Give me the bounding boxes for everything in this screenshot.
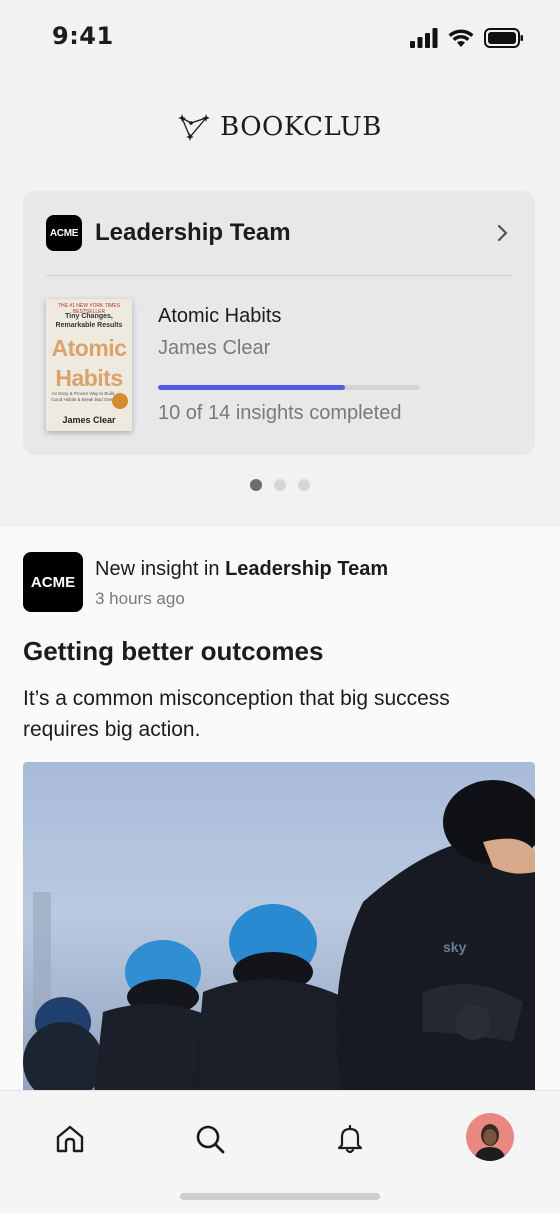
cyclists-illustration: sky [23, 780, 535, 1090]
carousel-dot[interactable] [274, 479, 286, 491]
cover-title: Atomic Habits [51, 335, 127, 391]
post-club-logo[interactable]: ACME [23, 552, 83, 612]
tab-bar [0, 1090, 560, 1213]
battery-icon [484, 28, 523, 48]
carousel-dot[interactable] [250, 479, 262, 491]
home-indicator [180, 1193, 380, 1200]
cover-author: James Clear [62, 415, 116, 425]
status-icons [410, 28, 524, 48]
app-logo: BOOKCLUB [0, 112, 560, 142]
tab-search[interactable] [190, 1119, 230, 1159]
post-club-logo-text: ACME [30, 573, 76, 591]
club-card[interactable]: ACME Leadership Team THE #1 NEW YORK TIM… [23, 191, 535, 455]
book-title: Atomic Habits [158, 305, 282, 327]
bell-icon [337, 1124, 363, 1154]
post-title[interactable]: Getting better outcomes [23, 636, 323, 667]
post-body: It’s a common misconception that big suc… [23, 687, 450, 741]
home-icon [56, 1125, 84, 1153]
feed: ACME New insight in Leadership Team 3 ho… [0, 527, 560, 1090]
post-image[interactable]: sky [23, 762, 535, 1090]
club-header[interactable]: ACME Leadership Team [46, 215, 512, 251]
cover-tagline: An Easy & Proven Way to Build Good Habit… [51, 391, 115, 402]
cover-badge [112, 393, 128, 409]
book-cover[interactable]: THE #1 NEW YORK TIMES BESTSELLER Tiny Ch… [46, 299, 132, 431]
club-name: Leadership Team [95, 219, 291, 246]
cover-subtitle: Tiny Changes, Remarkable Results [55, 313, 123, 329]
book-author: James Clear [158, 337, 271, 359]
post-meta: New insight in Leadership Team [95, 558, 388, 581]
divider [46, 275, 512, 276]
club-logo-text: ACME [49, 227, 79, 239]
carousel-dots [0, 479, 560, 491]
avatar-image [474, 1124, 506, 1161]
signal-icon [410, 28, 438, 48]
svg-text:sky: sky [443, 939, 467, 955]
constellation-icon [178, 114, 211, 141]
chevron-right-icon[interactable] [492, 223, 512, 243]
carousel-dot[interactable] [298, 479, 310, 491]
logo-text: BOOKCLUB [220, 112, 382, 142]
progress-fill [158, 385, 346, 390]
post-time: 3 hours ago [95, 589, 185, 608]
status-time: 9:41 [52, 22, 114, 50]
tab-home[interactable] [50, 1119, 90, 1159]
tab-notifications[interactable] [330, 1119, 370, 1159]
profile-avatar[interactable] [466, 1113, 514, 1161]
wifi-icon [448, 29, 474, 47]
club-logo: ACME [46, 215, 82, 251]
search-icon [196, 1125, 225, 1154]
post-meta-club[interactable]: Leadership Team [225, 558, 388, 580]
status-bar: 9:41 [0, 0, 560, 80]
progress-text: 10 of 14 insights completed [158, 402, 402, 424]
progress-bar [158, 385, 420, 390]
post-meta-prefix: New insight in [95, 558, 220, 580]
